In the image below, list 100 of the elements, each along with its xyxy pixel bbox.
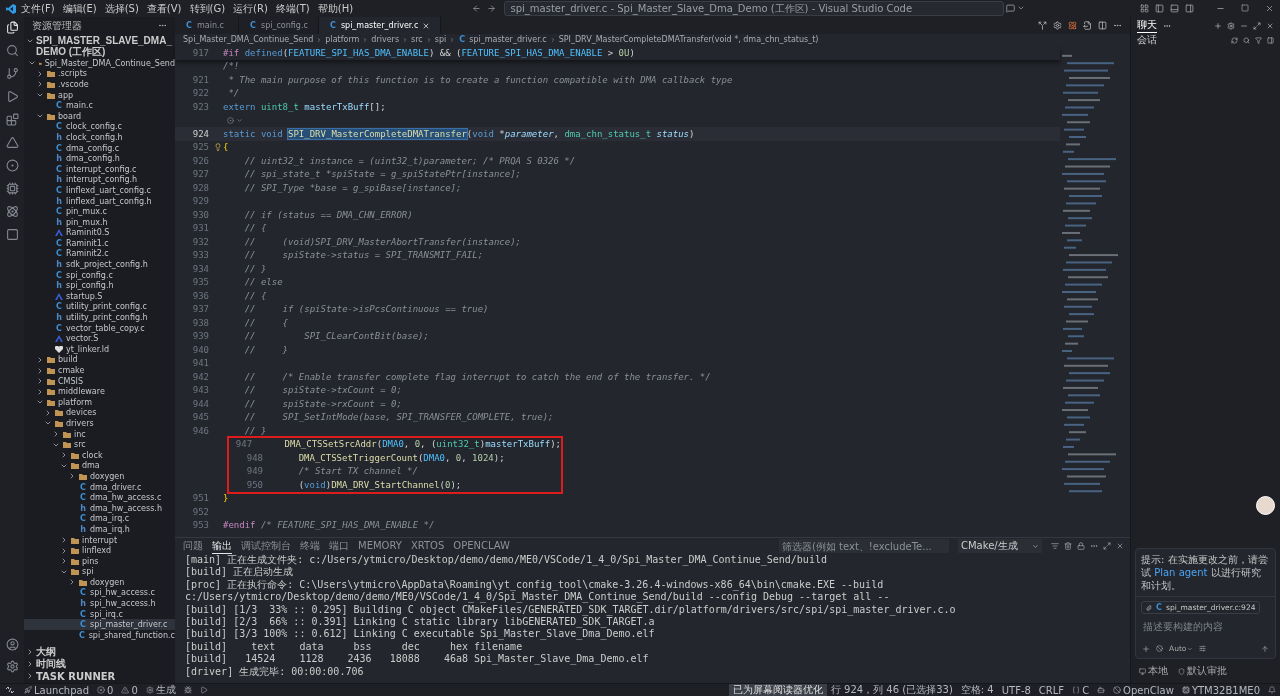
- menu-item[interactable]: 编辑(E): [59, 1, 100, 16]
- panel-bottom-icon[interactable]: [1170, 4, 1179, 13]
- tree-item[interactable]: C pin_mux.c: [24, 206, 175, 217]
- more-icon[interactable]: [1090, 542, 1098, 550]
- tree-item[interactable]: h spi_hw_access.h: [24, 598, 175, 609]
- tree-item[interactable]: C spi_shared_function.c: [24, 630, 175, 641]
- send-icon[interactable]: [1261, 644, 1269, 653]
- panel-tab[interactable]: 端口: [329, 538, 349, 554]
- tree-item[interactable]: drivers: [24, 418, 175, 429]
- breadcrumb-item[interactable]: spi: [434, 35, 447, 44]
- panel-icon[interactable]: [1267, 36, 1274, 44]
- more-icon[interactable]: [1113, 21, 1122, 30]
- tree-item[interactable]: .vscode: [24, 79, 175, 90]
- search-icon[interactable]: [5, 44, 19, 57]
- panel-tab[interactable]: 终端: [300, 538, 320, 554]
- status-item[interactable]: UTF-8: [997, 684, 1035, 696]
- square-icon[interactable]: [5, 228, 19, 241]
- split-editor-icon[interactable]: [1098, 21, 1107, 30]
- close-icon[interactable]: [422, 21, 431, 30]
- tree-item[interactable]: doxygen: [24, 471, 175, 482]
- tree-item[interactable]: startup.S: [24, 291, 175, 302]
- tree-item[interactable]: C dma_driver.c: [24, 481, 175, 493]
- tree-item[interactable]: spi: [24, 566, 175, 578]
- tree-item[interactable]: C dma_irq.c: [24, 513, 175, 525]
- panel-tab[interactable]: OPENCLAW: [453, 540, 510, 552]
- spark-icon[interactable]: [1068, 21, 1077, 30]
- circle-icon[interactable]: [5, 159, 19, 172]
- tree-item[interactable]: h spi_config.h: [24, 280, 175, 292]
- settings-icon[interactable]: [5, 660, 19, 673]
- status-item[interactable]: 0: [93, 684, 118, 696]
- filter-icon[interactable]: [1255, 36, 1262, 44]
- tree-item[interactable]: h interrupt_config.h: [24, 174, 175, 186]
- close-icon[interactable]: [1266, 21, 1274, 30]
- tree-item[interactable]: C Raminit1.c: [24, 238, 175, 249]
- triangle-icon[interactable]: [5, 136, 19, 149]
- plan-agent-link[interactable]: Plan agent: [1154, 567, 1208, 578]
- filter-field[interactable]: 筛选器(例如 text、!excludeTe...: [779, 539, 949, 553]
- tree-item[interactable]: h linflexd_uart_config.h: [24, 195, 175, 207]
- back-icon[interactable]: [471, 4, 481, 13]
- section-header[interactable]: 时间线: [36, 657, 66, 671]
- tree-item[interactable]: h sdk_project_config.h: [24, 259, 175, 270]
- account-icon[interactable]: [5, 638, 19, 651]
- tree-item[interactable]: C spi_hw_access.c: [24, 587, 175, 599]
- status-item[interactable]: OpenClaw: [1109, 684, 1178, 696]
- tree-item[interactable]: C main.c: [24, 100, 175, 111]
- panel-tab[interactable]: MEMORY: [358, 540, 402, 552]
- maximize-icon[interactable]: [1103, 542, 1111, 550]
- export-icon[interactable]: [1083, 21, 1092, 30]
- status-item[interactable]: 行 924，列 46 (已选择33): [826, 684, 957, 696]
- add-icon[interactable]: [1142, 644, 1150, 653]
- status-item[interactable]: C: [1068, 684, 1094, 696]
- panel-tab[interactable]: 调试控制台: [241, 538, 291, 554]
- chat-icon[interactable]: [1005, 4, 1015, 13]
- menu-item[interactable]: 帮助(H): [314, 1, 357, 16]
- tree-item[interactable]: C spi_master_driver.c: [24, 619, 175, 631]
- tree-item[interactable]: C dma_config.c: [24, 142, 175, 154]
- forward-icon[interactable]: [486, 4, 496, 13]
- tree-item[interactable]: C vector_table_copy.c: [24, 322, 175, 334]
- panel-left-icon[interactable]: [1155, 4, 1164, 13]
- breadcrumb-item[interactable]: platform: [325, 35, 360, 44]
- tree-item[interactable]: build: [24, 354, 175, 366]
- editor-tab[interactable]: C spi_master_driver.c: [318, 17, 442, 34]
- layout-icon[interactable]: [1140, 4, 1149, 13]
- chat-input-field[interactable]: 描述要构建的内容: [1141, 620, 1270, 633]
- explorer-icon[interactable]: [5, 21, 19, 34]
- tree-item[interactable]: C linflexd_uart_config.c: [24, 185, 175, 196]
- breadcrumb-item[interactable]: src: [411, 35, 423, 44]
- tree-item[interactable]: Spi_Master_DMA_Continue_Send: [24, 58, 175, 69]
- chip-icon[interactable]: [5, 182, 19, 195]
- maximize-icon[interactable]: [1241, 4, 1249, 12]
- panel-tab[interactable]: XRTOS: [410, 540, 445, 552]
- tree-item[interactable]: h dma_hw_access.h: [24, 502, 175, 514]
- lock-icon[interactable]: [1077, 542, 1085, 550]
- atom-icon[interactable]: [5, 205, 19, 218]
- status-item[interactable]: 生成: [141, 684, 180, 696]
- tree-item[interactable]: C spi_config.c: [24, 269, 175, 281]
- tree-item[interactable]: CMSIS: [24, 375, 175, 387]
- tree-item[interactable]: C Raminit2.c: [24, 248, 175, 260]
- section-header[interactable]: TASK RUNNER: [36, 670, 116, 682]
- tree-item[interactable]: h utility_print_config.h: [24, 312, 175, 323]
- run-icon[interactable]: [5, 90, 19, 103]
- panel-right-icon[interactable]: [1185, 4, 1194, 13]
- tree-item[interactable]: pins: [24, 555, 175, 567]
- tree-item[interactable]: doxygen: [24, 577, 175, 588]
- menu-item[interactable]: 选择(S): [101, 1, 142, 16]
- close-icon[interactable]: [1265, 4, 1274, 13]
- panel-tab[interactable]: 输出: [212, 538, 232, 554]
- tree-item[interactable]: linflexd: [24, 545, 175, 556]
- breadcrumb-symbol[interactable]: SPI_DRV_MasterCompleteDMATransfer(void *, dma_chn_status_t): [558, 35, 819, 44]
- tree-item[interactable]: C spi_irq.c: [24, 608, 175, 620]
- tree-item[interactable]: yt_linker.ld: [24, 344, 175, 355]
- channel-dropdown[interactable]: CMake/生成: [958, 539, 1042, 553]
- workspace-title[interactable]: SPI_MASTER_SLAVE_DMA_DEMO (工作区): [36, 35, 173, 57]
- tree-item[interactable]: C dma_hw_access.c: [24, 492, 175, 503]
- breadcrumb-item[interactable]: spi_master_driver.c: [469, 35, 547, 44]
- more-icon[interactable]: [158, 21, 167, 30]
- tree-item[interactable]: C utility_print_config.c: [24, 301, 175, 313]
- close-icon[interactable]: [1116, 542, 1124, 550]
- location-dropdown[interactable]: 本地: [1139, 664, 1168, 678]
- tree-item[interactable]: h pin_mux.h: [24, 216, 175, 228]
